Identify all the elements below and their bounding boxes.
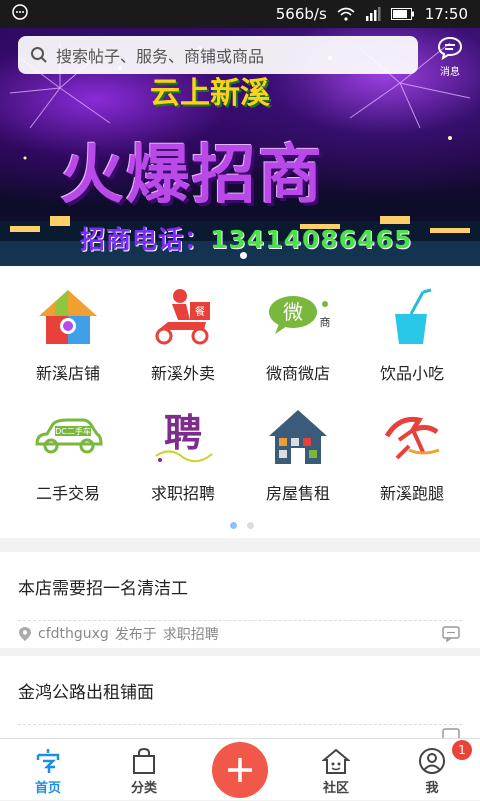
network-speed: 566b/s: [275, 5, 327, 23]
post-meta: cfdthguxg 发布于 求职招聘: [18, 624, 219, 644]
status-bar: 566b/s 17:50: [0, 0, 480, 28]
banner-top-text: 云上新溪: [150, 76, 270, 111]
category-label: 新溪外卖: [150, 364, 215, 383]
svg-text:商: 商: [320, 315, 331, 329]
notification-badge: 1: [452, 740, 472, 760]
battery-icon: [390, 8, 415, 20]
category-wechat-shop[interactable]: 微商 微商微店: [238, 284, 358, 384]
svg-text:餐: 餐: [195, 305, 205, 318]
tab-label: 我: [425, 781, 439, 796]
category-label: 求职招聘: [150, 484, 215, 503]
banner-phone-label: 招商电话：: [80, 225, 211, 254]
post-divider: [18, 620, 462, 621]
tab-category[interactable]: 分类: [104, 739, 184, 801]
category-label: 微商微店: [265, 364, 330, 383]
category-drinks[interactable]: 饮品小吃: [352, 284, 472, 384]
svg-text:DC二手车: DC二手车: [55, 426, 91, 436]
category-label: 新溪店铺: [35, 364, 100, 383]
category-house[interactable]: 房屋售租: [238, 404, 358, 504]
home-icon: [36, 749, 60, 773]
post-author[interactable]: cfdthguxg: [38, 626, 109, 642]
clock: 17:50: [424, 5, 468, 23]
wechat-shop-icon: 微商: [263, 284, 333, 350]
publish-button[interactable]: [212, 742, 268, 798]
search-icon: [31, 47, 47, 63]
comment-icon[interactable]: [442, 626, 460, 642]
post-title: 金鸿公路出租铺面: [18, 683, 154, 703]
recruit-icon: 聘: [148, 404, 218, 470]
category-label: 新溪跑腿: [379, 484, 444, 503]
category-second-hand[interactable]: DC二手车 二手交易: [8, 404, 128, 504]
post-card[interactable]: 本店需要招一名清洁工 cfdthguxg 发布于 求职招聘: [0, 552, 480, 648]
errand-runner-icon: [377, 404, 447, 470]
search-placeholder: 搜索帖子、服务、商铺或商品: [56, 47, 265, 66]
post-card[interactable]: 金鸿公路出租铺面: [0, 656, 480, 744]
delivery-scooter-icon: 餐: [148, 284, 218, 350]
tab-label: 分类: [130, 781, 157, 796]
message-label: 消息: [440, 67, 460, 78]
bag-icon: [133, 747, 155, 774]
banner-page-dot: [240, 252, 247, 259]
category-label: 饮品小吃: [379, 364, 444, 383]
post-divider: [18, 724, 462, 725]
category-shop[interactable]: 新溪店铺: [8, 284, 128, 384]
chat-notification-icon: [12, 4, 28, 20]
banner-phone: 招商电话：13414086465: [80, 220, 412, 256]
message-icon: [437, 36, 463, 61]
category-grid: 新溪店铺 餐 新溪外卖 微商 微商微店 饮品小吃 DC二手车 二手交易 聘 求职…: [0, 266, 480, 538]
category-label: 房屋售租: [265, 484, 330, 503]
category-recruit[interactable]: 聘 求职招聘: [123, 404, 243, 504]
category-delivery[interactable]: 餐 新溪外卖: [123, 284, 243, 384]
message-button[interactable]: 消息: [432, 36, 468, 78]
second-hand-car-icon: DC二手车: [33, 404, 103, 470]
tab-label: 首页: [34, 781, 61, 796]
post-category[interactable]: 求职招聘: [163, 624, 219, 644]
location-pin-icon: [19, 627, 31, 641]
signal-icon: [365, 7, 381, 21]
community-icon: [322, 748, 350, 774]
puzzle-house-icon: [33, 284, 103, 350]
category-pager: [230, 522, 254, 529]
category-errand[interactable]: 新溪跑腿: [352, 404, 472, 504]
tab-label: 社区: [322, 781, 349, 796]
house-icon: [263, 404, 333, 470]
post-title: 本店需要招一名清洁工: [18, 579, 188, 599]
tab-home[interactable]: 首页: [8, 739, 88, 801]
tab-community[interactable]: 社区: [296, 739, 376, 801]
post-published-in: 发布于: [114, 627, 157, 643]
pager-dot-active: [230, 522, 237, 529]
pager-dot: [247, 522, 254, 529]
search-bar[interactable]: 搜索帖子、服务、商铺或商品: [18, 36, 418, 74]
category-label: 二手交易: [35, 484, 100, 503]
wifi-icon: [337, 7, 355, 21]
plus-icon: [228, 758, 252, 782]
banner-headline: 火爆招商: [60, 139, 324, 213]
notification-area: [12, 4, 276, 24]
svg-text:微: 微: [283, 300, 303, 324]
user-icon: [419, 748, 445, 774]
drink-cup-icon: [377, 284, 447, 350]
banner-phone-number: 13414086465: [210, 225, 413, 254]
svg-text:聘: 聘: [164, 410, 202, 455]
